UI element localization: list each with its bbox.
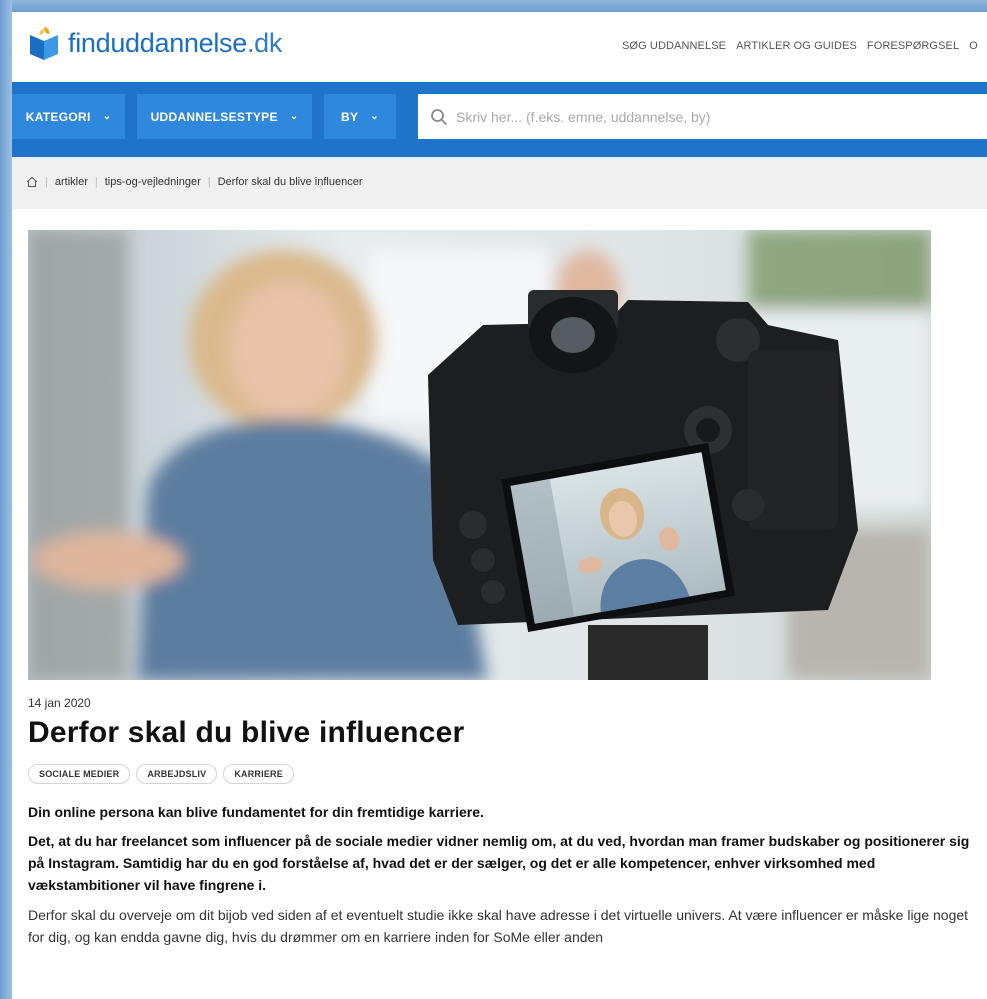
logo-book-icon — [30, 27, 58, 60]
kategori-dropdown[interactable]: KATEGORI ⌄ — [12, 94, 125, 139]
breadcrumb-separator: | — [207, 176, 211, 188]
browser-viewport: finduddannelse.dk SØG UDDANNELSE ARTIKLE… — [12, 12, 987, 999]
nav-artikler-og-guides[interactable]: ARTIKLER OG GUIDES — [736, 40, 857, 52]
breadcrumb-current: Derfor skal du blive influencer — [217, 176, 363, 188]
kategori-label: KATEGORI — [25, 109, 91, 124]
breadcrumb-separator: | — [45, 176, 48, 188]
uddannelsestype-dropdown[interactable]: UDDANNELSESTYPE ⌄ — [137, 94, 312, 139]
tag-karriere[interactable]: KARRIERE — [223, 764, 294, 784]
article: 14 jan 2020 Derfor skal du blive influen… — [28, 696, 987, 948]
chevron-down-icon: ⌄ — [370, 111, 379, 122]
site-logo[interactable]: finduddannelse.dk — [28, 25, 282, 61]
window-top-frame — [0, 0, 987, 12]
uddannelsestype-label: UDDANNELSESTYPE — [150, 109, 278, 124]
article-tags: SOCIALE MEDIER ARBEJDSLIV KARRIERE — [28, 764, 987, 784]
article-hero-image — [28, 230, 931, 680]
article-title: Derfor skal du blive influencer — [28, 716, 465, 749]
breadcrumb-separator: | — [94, 176, 98, 188]
window-left-frame — [0, 0, 12, 999]
logo-wordmark: finduddannelse.dk — [68, 27, 283, 58]
breadcrumb-bar: | artikler | tips-og-vejledninger | Derf… — [12, 157, 987, 209]
tag-arbejdsliv[interactable]: ARBEJDSLIV — [136, 764, 218, 784]
by-label: BY — [341, 109, 359, 124]
search-input[interactable] — [454, 107, 978, 126]
top-navigation: SØG UDDANNELSE ARTIKLER OG GUIDES FORESP… — [622, 40, 978, 52]
nav-soeg-uddannelse[interactable]: SØG UDDANNELSE — [622, 40, 726, 52]
breadcrumb-artikler[interactable]: artikler — [55, 176, 88, 188]
chevron-down-icon: ⌄ — [289, 111, 299, 122]
breadcrumb: | artikler | tips-og-vejledninger | Derf… — [26, 176, 363, 188]
nav-item-truncated[interactable]: O — [969, 40, 978, 52]
site-header: finduddannelse.dk SØG UDDANNELSE ARTIKLE… — [12, 12, 987, 82]
chevron-down-icon: ⌄ — [102, 111, 112, 122]
article-date: 14 jan 2020 — [28, 696, 91, 710]
article-body-paragraph: Derfor skal du overveje om dit bijob ved… — [28, 907, 969, 945]
tag-sociale-medier[interactable]: SOCIALE MEDIER — [28, 764, 131, 784]
nav-forespoergsel[interactable]: FORESPØRGSEL — [867, 40, 959, 52]
search-field-container — [418, 94, 987, 139]
home-icon[interactable] — [26, 176, 38, 188]
breadcrumb-tips-og-vejledninger[interactable]: tips-og-vejledninger — [105, 176, 201, 188]
article-intro-paragraph: Det, at du har freelancet som influencer… — [28, 833, 970, 893]
article-lead: Din online persona kan blive fundamentet… — [28, 804, 484, 820]
search-bar: KATEGORI ⌄ UDDANNELSESTYPE ⌄ BY ⌄ — [12, 82, 987, 164]
by-dropdown[interactable]: BY ⌄ — [324, 94, 396, 139]
search-icon — [431, 108, 448, 125]
